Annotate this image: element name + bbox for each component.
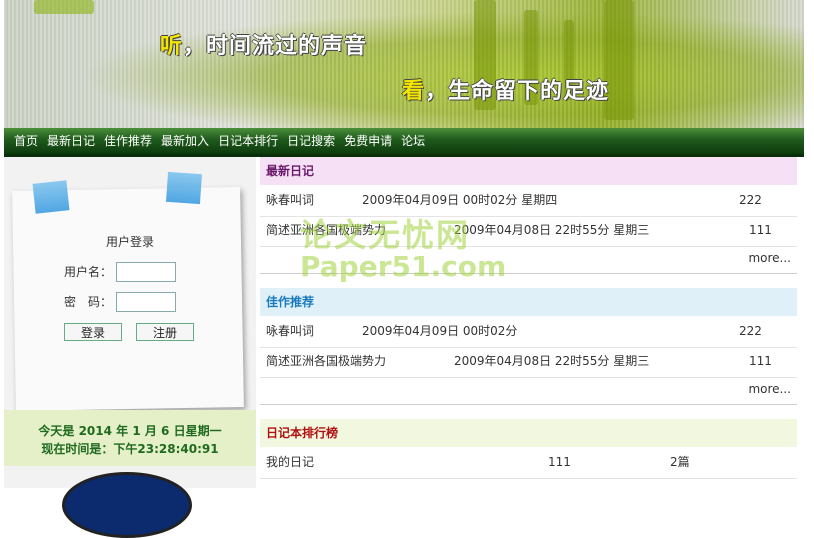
row-divider <box>260 246 797 247</box>
username-input[interactable] <box>116 262 176 282</box>
diary-book-count: 111 <box>548 455 571 469</box>
password-label: 密 码： <box>64 295 113 309</box>
nav-item-new-members[interactable]: 最新加入 <box>161 128 209 154</box>
nav-item-home[interactable]: 首页 <box>14 128 38 154</box>
ranking-section: 日记本排行榜 我的日记 111 2篇 <box>260 419 797 488</box>
tagline-2-highlight: 看 <box>402 79 426 104</box>
diary-book-posts: 2篇 <box>670 455 690 469</box>
nav-item-apply[interactable]: 免费申请 <box>344 128 392 154</box>
password-input[interactable] <box>116 292 176 312</box>
nav-item-ranking[interactable]: 日记本排行 <box>218 128 278 154</box>
nav-item-latest-diary[interactable]: 最新日记 <box>47 128 95 154</box>
diary-name[interactable]: 咏春叫词 <box>266 190 314 210</box>
register-button[interactable]: 注册 <box>136 323 194 341</box>
today-date: 今天是 2014 年 1 月 6 日星期一 <box>38 424 222 438</box>
latest-diary-title: 最新日记 <box>260 157 797 185</box>
username-label: 用户名： <box>64 265 113 279</box>
main-nav: 首页 最新日记 佳作推荐 最新加入 日记本排行 日记搜索 免费申请 论坛 <box>4 128 804 157</box>
tagline-1-text: ，时间流过的声音 <box>183 34 368 59</box>
diary-count: 111 <box>749 223 772 237</box>
tagline-1-highlight: 听 <box>160 34 184 59</box>
current-time: 现在时间是：下午23:28:40:91 <box>41 442 219 456</box>
diary-count: 222 <box>739 193 762 207</box>
diary-time: 2009年04月08日 22时55分 星期三 <box>454 223 650 237</box>
date-time-box: 今天是 2014 年 1 月 6 日星期一 现在时间是：下午23:28:40:9… <box>4 410 256 466</box>
nav-item-search[interactable]: 日记搜索 <box>287 128 335 154</box>
latest-diary-section: 最新日记 咏春叫词 2009年04月09日 00时02分 星期四 222 简述亚… <box>260 157 797 277</box>
list-item[interactable]: 咏春叫词 2009年04月09日 00时02分 星期四 222 <box>266 190 797 210</box>
nav-item-recommended[interactable]: 佳作推荐 <box>104 128 152 154</box>
tape-decoration <box>32 180 70 214</box>
banner-texture <box>4 0 804 128</box>
login-title: 用户登录 <box>105 235 154 249</box>
diary-name[interactable]: 简述亚洲各国极端势力 <box>266 351 386 371</box>
list-item[interactable]: 简述亚洲各国极端势力 2009年04月08日 22时55分 星期三 111 <box>266 220 797 240</box>
row-divider <box>260 377 797 378</box>
diary-name[interactable]: 咏春叫词 <box>266 321 314 341</box>
recommended-title: 佳作推荐 <box>260 288 797 316</box>
tape-decoration <box>165 171 203 205</box>
section-divider <box>260 404 797 405</box>
row-divider <box>260 216 797 217</box>
list-item[interactable]: 我的日记 111 2篇 <box>266 452 797 472</box>
recommended-section: 佳作推荐 咏春叫词 2009年04月09日 00时02分 222 简述亚洲各国极… <box>260 288 797 408</box>
diary-time: 2009年04月09日 00时02分 星期四 <box>362 193 558 207</box>
list-item[interactable]: 简述亚洲各国极端势力 2009年04月08日 22时55分 星期三 111 <box>266 351 797 371</box>
diary-name[interactable]: 简述亚洲各国极端势力 <box>266 220 386 240</box>
row-divider <box>260 478 797 479</box>
banner-decoration <box>34 0 94 14</box>
diary-time: 2009年04月08日 22时55分 星期三 <box>454 354 650 368</box>
banner-tagline-2: 看，生命留下的足迹 <box>402 73 609 105</box>
header-banner: 听，时间流过的声音 看，生命留下的足迹 <box>4 0 804 128</box>
recommended-more-link[interactable]: more... <box>748 382 791 396</box>
login-button[interactable]: 登录 <box>64 323 122 341</box>
nav-item-forum[interactable]: 论坛 <box>401 128 425 154</box>
row-divider <box>260 347 797 348</box>
diary-time: 2009年04月09日 00时02分 <box>362 324 518 338</box>
ranking-title: 日记本排行榜 <box>260 419 797 447</box>
diary-count: 222 <box>739 324 762 338</box>
latest-more-link[interactable]: more... <box>748 251 791 265</box>
diary-book-name[interactable]: 我的日记 <box>266 452 314 472</box>
list-item[interactable]: 咏春叫词 2009年04月09日 00时02分 222 <box>266 321 797 341</box>
banner-tagline-1: 听，时间流过的声音 <box>160 28 367 60</box>
section-divider <box>260 273 797 274</box>
diary-count: 111 <box>749 354 772 368</box>
tagline-2-text: ，生命留下的足迹 <box>425 79 610 104</box>
clock-icon <box>62 472 192 538</box>
